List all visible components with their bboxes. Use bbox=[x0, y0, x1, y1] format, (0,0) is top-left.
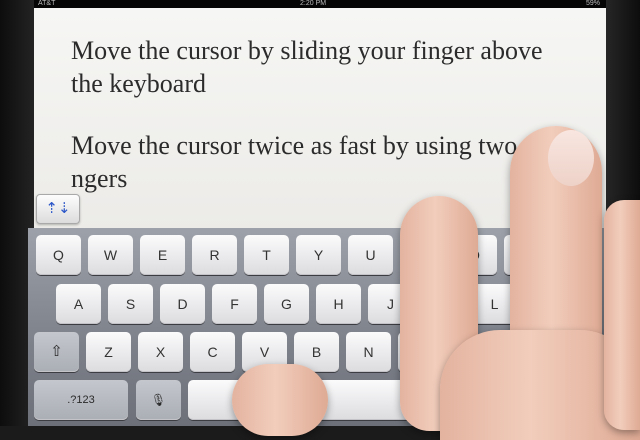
fingernail bbox=[548, 130, 594, 186]
numbers-key[interactable]: .?123 bbox=[34, 380, 128, 420]
key-f[interactable]: F bbox=[212, 284, 257, 324]
paragraph-1[interactable]: Move the cursor by sliding your finger a… bbox=[71, 34, 551, 100]
paragraph-2[interactable]: Move the cursor twice as fast by using t… bbox=[71, 129, 551, 195]
clock-label: 2:20 PM bbox=[300, 0, 327, 7]
hand-ring-finger bbox=[604, 200, 640, 430]
key-x[interactable]: X bbox=[138, 332, 183, 372]
cursor-arrows-icon[interactable]: ⇡⇣ bbox=[36, 194, 80, 224]
key-r[interactable]: R bbox=[192, 235, 237, 275]
battery-label: 59% bbox=[585, 0, 600, 7]
key-h[interactable]: H bbox=[316, 284, 361, 324]
shift-key[interactable]: ⇧ bbox=[34, 332, 79, 372]
key-n[interactable]: N bbox=[346, 332, 391, 372]
status-bar: AT&T 2:20 PM 59% bbox=[34, 0, 606, 8]
hand-thumb bbox=[232, 364, 328, 436]
key-y[interactable]: Y bbox=[296, 235, 341, 275]
microphone-icon: 🎙 bbox=[150, 393, 167, 407]
paragraph-2-text-before-cursor: Move the cursor twice as fast by using t… bbox=[71, 131, 540, 160]
paragraph-2-text-after-cursor: ngers bbox=[71, 164, 128, 193]
key-w[interactable]: W bbox=[88, 235, 133, 275]
key-t[interactable]: T bbox=[244, 235, 289, 275]
carrier-label: AT&T bbox=[38, 0, 56, 7]
key-g[interactable]: G bbox=[264, 284, 309, 324]
shift-icon: ⇧ bbox=[50, 343, 63, 360]
key-u[interactable]: U bbox=[348, 235, 393, 275]
key-c[interactable]: C bbox=[190, 332, 235, 372]
key-a[interactable]: A bbox=[56, 284, 101, 324]
key-d[interactable]: D bbox=[160, 284, 205, 324]
key-s[interactable]: S bbox=[108, 284, 153, 324]
dictation-key[interactable]: 🎙 bbox=[136, 380, 181, 420]
key-q[interactable]: Q bbox=[36, 235, 81, 275]
key-e[interactable]: E bbox=[140, 235, 185, 275]
key-z[interactable]: Z bbox=[86, 332, 131, 372]
